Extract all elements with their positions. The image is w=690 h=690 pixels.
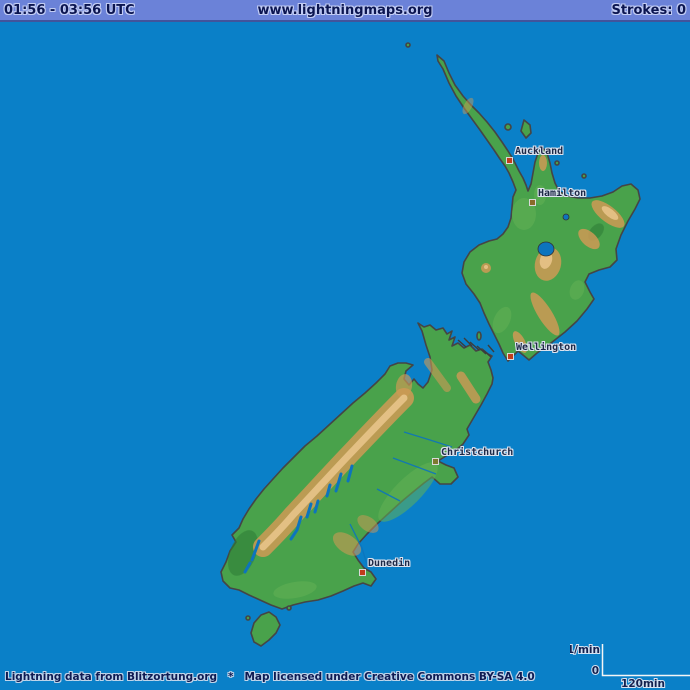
strokes-counter: Strokes: 0 [607, 3, 690, 18]
city-label: Christchurch [441, 447, 513, 458]
legend-rate-min: 0 [592, 665, 599, 677]
city-marker-icon [507, 353, 514, 360]
city-marker-icon [529, 199, 536, 206]
lake-rotorua [563, 214, 569, 220]
city-marker-icon [432, 458, 439, 465]
city-label: Auckland [515, 146, 563, 157]
lake-taupo [538, 242, 554, 256]
city-marker-icon [359, 569, 366, 576]
legend-rate-max: 1/min [570, 644, 600, 656]
attribution-text: Lightning data from Blitzortung.org * Ma… [5, 671, 535, 683]
city-label: Dunedin [368, 558, 410, 569]
city-label: Wellington [516, 342, 576, 353]
city-label: Hamilton [538, 188, 586, 199]
map-canvas[interactable] [0, 22, 690, 690]
legend-axis [603, 644, 690, 676]
city-marker-icon [506, 157, 513, 164]
rate-legend: 1/min 0 120min [570, 638, 690, 690]
legend-time-axis: 120min [621, 678, 665, 690]
status-bar: 01:56 - 03:56 UTC www.lightningmaps.org … [0, 0, 690, 22]
lightningmaps-page: 01:56 - 03:56 UTC www.lightningmaps.org … [0, 0, 690, 690]
time-range: 01:56 - 03:56 UTC [0, 3, 139, 18]
